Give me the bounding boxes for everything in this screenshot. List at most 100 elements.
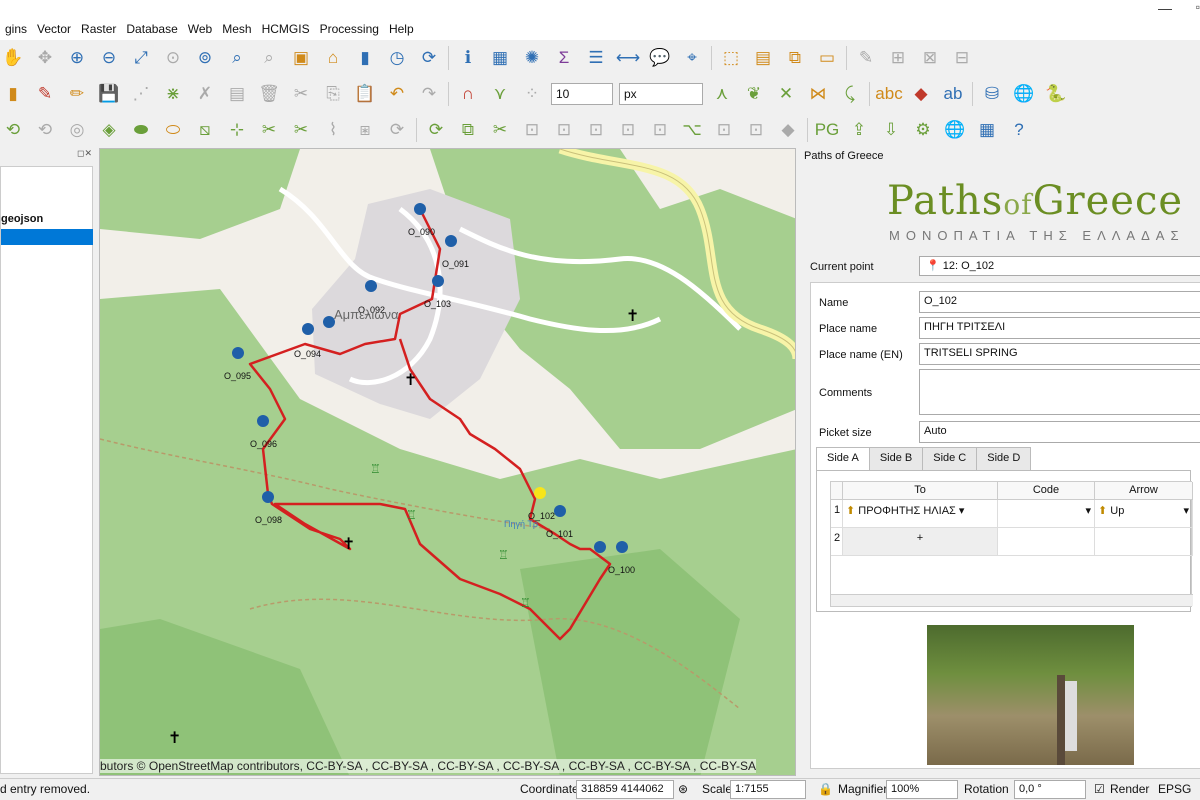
marker-icon[interactable] (616, 541, 628, 553)
menu-hcmgis[interactable]: HCMGIS (257, 22, 315, 36)
edit-pencil-icon[interactable]: ✎ (32, 81, 58, 107)
dimension-icon[interactable]: ◆ (775, 117, 801, 143)
minimize-icon[interactable]: — (1158, 0, 1172, 16)
code-select[interactable]: ▾ (998, 500, 1095, 528)
zoom-last-icon[interactable]: ⌕ (256, 45, 282, 71)
map-tips-icon[interactable]: 💬 (647, 45, 673, 71)
toggle-editing-icon[interactable]: ✏ (64, 81, 90, 107)
table-icon[interactable]: ▦ (974, 117, 1000, 143)
mouse-icon[interactable]: ⊛ (678, 782, 688, 796)
show-bookmarks-icon[interactable]: ▮ (352, 45, 378, 71)
rotate-point-icon[interactable]: ⟳ (423, 117, 449, 143)
marker-icon[interactable] (414, 203, 426, 215)
add-feature-icon[interactable]: ⋰ (128, 81, 154, 107)
current-edits-icon[interactable]: ▮ (0, 81, 26, 107)
zoom-out-icon[interactable]: ⊖ (96, 45, 122, 71)
rotate-label-icon[interactable]: ⊡ (647, 117, 673, 143)
horizontal-scrollbar[interactable] (831, 594, 1193, 606)
rotation-field[interactable]: 0,0 ° (1014, 780, 1086, 799)
rotate-feature-icon[interactable]: ⟲ (0, 117, 26, 143)
zoom-selection-icon[interactable]: ⊙ (160, 45, 186, 71)
marker-icon[interactable] (302, 323, 314, 335)
show-hide-labels-icon[interactable]: ⊡ (519, 117, 545, 143)
tab-side-c[interactable]: Side C (922, 447, 978, 471)
place-name-field[interactable]: ΠΗΓΗ ΤΡΙΤΣΕΛΙ (919, 317, 1200, 339)
move-label-icon[interactable]: ✂ (487, 117, 513, 143)
digitize-icon[interactable]: ✎ (853, 45, 879, 71)
tracing-icon[interactable]: ⋈ (805, 81, 831, 107)
reshape-icon[interactable]: ⊹ (224, 117, 250, 143)
avoid-overlap-icon[interactable]: ❦ (741, 81, 767, 107)
menu-raster[interactable]: Raster (76, 22, 121, 36)
merge-features-icon[interactable]: ⧆ (352, 117, 378, 143)
statistics-icon[interactable]: Σ (551, 45, 577, 71)
selected-layer-row[interactable] (1, 229, 93, 245)
scale-select[interactable]: 1:7155 (730, 780, 806, 799)
identify-icon[interactable]: ℹ (455, 45, 481, 71)
marker-icon[interactable] (262, 491, 274, 503)
marker-icon[interactable] (594, 541, 606, 553)
download-icon[interactable]: ⇩ (878, 117, 904, 143)
temporal-icon[interactable]: ◷ (384, 45, 410, 71)
change-label-icon[interactable]: ⊡ (615, 117, 641, 143)
add-row-button[interactable]: + (843, 528, 998, 556)
menu-web[interactable]: Web (183, 22, 217, 36)
menu-help[interactable]: Help (384, 22, 419, 36)
split-parts-icon[interactable]: ⌇ (320, 117, 346, 143)
annotation-tools-icon[interactable]: ⊡ (743, 117, 769, 143)
redo-icon[interactable]: ↷ (416, 81, 442, 107)
save-edits-icon[interactable]: 💾 (96, 81, 122, 107)
magnifier-field[interactable]: 100% (886, 780, 958, 799)
globe-icon[interactable]: 🌐 (942, 117, 968, 143)
open-table-icon[interactable]: ☰ (583, 45, 609, 71)
pan-to-selection-icon[interactable]: ✥ (32, 45, 58, 71)
modify-attributes-icon[interactable]: ✗ (192, 81, 218, 107)
snapping-magnet-icon[interactable]: ∩ (455, 81, 481, 107)
restore-icon[interactable]: ▫ (1196, 0, 1200, 14)
trash-icon[interactable]: 🗑 (256, 81, 282, 107)
snap-tolerance-input[interactable]: 10 (551, 83, 613, 105)
menu-processing[interactable]: Processing (315, 22, 384, 36)
name-field[interactable]: O_102 (919, 291, 1200, 313)
tab-side-a[interactable]: Side A (816, 447, 870, 471)
zoom-native-icon[interactable]: ⌕ (224, 45, 250, 71)
coordinate-field[interactable]: 318859 4144062 (576, 780, 674, 799)
merge-icon[interactable]: ⊠ (917, 45, 943, 71)
settings-icon[interactable]: ✺ (519, 45, 545, 71)
vertex-tool-icon[interactable]: ⋇ (160, 81, 186, 107)
label-tools-icon[interactable]: ab (940, 81, 966, 107)
to-select[interactable]: ⬆ ΠΡΟΦΗΤΗΣ ΗΛΙΑΣ ▾ (843, 500, 998, 528)
picket-size-select[interactable]: Auto (919, 421, 1200, 443)
pan-icon[interactable]: ✋ (0, 45, 26, 71)
marker-icon[interactable] (432, 275, 444, 287)
python-icon[interactable]: 🐍 (1043, 81, 1069, 107)
zoom-in-icon[interactable]: ⊕ (64, 45, 90, 71)
paths-of-greece-icon[interactable]: PG (814, 117, 840, 143)
simplify-icon[interactable]: ⟲ (32, 117, 58, 143)
help-icon[interactable]: ? (1006, 117, 1032, 143)
split-features-icon[interactable]: ✂ (288, 117, 314, 143)
snap-type-icon[interactable]: ⁘ (519, 81, 545, 107)
offset-curve-icon[interactable]: ✂ (256, 117, 282, 143)
tab-side-b[interactable]: Side B (868, 447, 924, 471)
select-features-icon[interactable]: ⬚ (718, 45, 744, 71)
database-icon[interactable]: ⛁ (979, 81, 1005, 107)
arrow-select[interactable]: ⬆ Up ▾ (1095, 500, 1193, 528)
delete-selected-icon[interactable]: ▤ (224, 81, 250, 107)
offset-point-icon[interactable]: ⧉ (455, 117, 481, 143)
undo-icon[interactable]: ↶ (384, 81, 410, 107)
menu-database[interactable]: Database (121, 22, 182, 36)
grid-icon[interactable]: ⊞ (885, 45, 911, 71)
marker-icon[interactable] (365, 280, 377, 292)
snap-unit-select[interactable]: px (619, 83, 703, 105)
annotation-icon[interactable]: ▭ (814, 45, 840, 71)
lock-icon[interactable]: 🔒 (818, 782, 833, 796)
delete-ring-icon[interactable]: ⬭ (160, 117, 186, 143)
cut-icon[interactable]: ✂ (288, 81, 314, 107)
snap-to-layer-icon[interactable]: ⋎ (487, 81, 513, 107)
deselect-icon[interactable]: ⧉ (782, 45, 808, 71)
zoom-full-icon[interactable]: ⤢ (128, 45, 154, 71)
delete-part-icon[interactable]: ⧅ (192, 117, 218, 143)
merge-attributes-icon[interactable]: ⟳ (384, 117, 410, 143)
split-icon[interactable]: ⊟ (949, 45, 975, 71)
